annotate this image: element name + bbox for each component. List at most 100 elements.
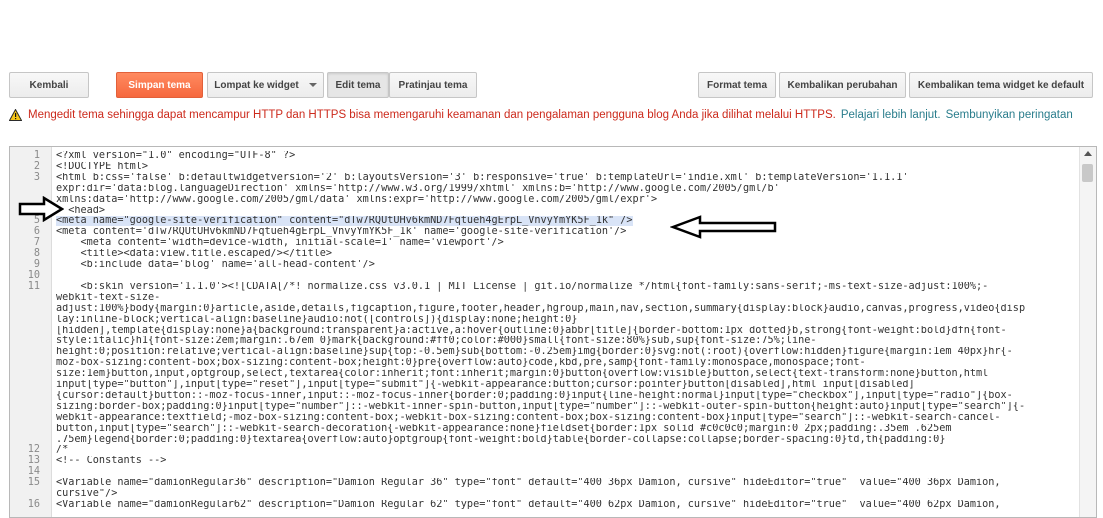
code-text: <meta content='width=device-width, initi… bbox=[56, 238, 504, 249]
code-line: moz-box-sizing:content-box;box-sizing:co… bbox=[10, 358, 1078, 369]
code-line: .75em}legend{border:0;padding:0}textarea… bbox=[10, 435, 1078, 446]
code-line: 2 <!DOCTYPE html> bbox=[10, 161, 1078, 173]
code-line: input[type="button"],input[type="reset"]… bbox=[10, 380, 1078, 391]
line-number bbox=[10, 358, 56, 369]
save-theme-button[interactable]: Simpan tema bbox=[116, 72, 203, 98]
code-line: size:1em}button,input,optgroup,select,te… bbox=[10, 369, 1078, 380]
line-number bbox=[10, 402, 56, 413]
code-text: <?xml version="1.0" encoding="UTF-8" ?> bbox=[56, 151, 296, 161]
code-area[interactable]: 1 <?xml version="1.0" encoding="UTF-8" ?>… bbox=[10, 150, 1078, 511]
code-line: 5 <meta name="google-site-verification" c… bbox=[10, 216, 1078, 227]
code-text: [hidden],template{display:none}a{backgro… bbox=[56, 325, 1007, 336]
code-text: webkit-appearance:textfield;-moz-box-siz… bbox=[56, 412, 1001, 423]
code-text: height:0;position:relative;vertical-alig… bbox=[56, 347, 1013, 358]
code-line: [hidden],template{display:none}a{backgro… bbox=[10, 326, 1078, 337]
format-theme-button[interactable]: Format tema bbox=[698, 72, 776, 98]
line-number bbox=[10, 326, 56, 337]
code-line: webkit-text-size- bbox=[10, 293, 1078, 304]
right-arrow-annotation bbox=[18, 196, 64, 222]
https-warning: Mengedit tema sehingga dapat mencampur H… bbox=[9, 107, 1073, 123]
code-text: button,input[type="search"]::-webkit-sea… bbox=[56, 423, 952, 434]
code-text: webkit-text-size- bbox=[56, 292, 161, 303]
tab-edit-theme[interactable]: Edit tema bbox=[327, 72, 389, 98]
code-line: 4 <head> bbox=[10, 205, 1078, 217]
code-line: cursive"/> bbox=[10, 489, 1078, 500]
code-line: 8 <title><data:view.title.escaped/></tit… bbox=[10, 248, 1078, 260]
code-line: 6 <meta content='dTw7RQUtUHv6kmND7Fqtueh4… bbox=[10, 226, 1078, 238]
line-number bbox=[10, 369, 56, 380]
code-text: <b:skin version='1.1.0'><![CDATA[/*! nor… bbox=[56, 281, 989, 292]
line-number bbox=[10, 304, 56, 315]
line-number bbox=[10, 424, 56, 435]
tab-preview-theme[interactable]: Pratinjau tema bbox=[389, 72, 477, 98]
line-number bbox=[10, 184, 56, 195]
code-text: expr:dir='data:blog.languageDirection' x… bbox=[56, 183, 780, 194]
line-number: 8 bbox=[33, 248, 40, 260]
code-line: 14 bbox=[10, 466, 1078, 478]
line-number bbox=[10, 336, 56, 347]
code-line: lay:inline-block;vertical-align:baseline… bbox=[10, 315, 1078, 326]
code-text: sizing:border-box;padding:0}input[type="… bbox=[56, 401, 1026, 412]
code-text: lay:inline-block;vertical-align:baseline… bbox=[56, 314, 578, 325]
editor-scrollbar[interactable] bbox=[1079, 147, 1096, 517]
code-text: /* bbox=[56, 445, 69, 456]
line-number bbox=[10, 293, 56, 304]
chevron-down-icon bbox=[308, 83, 317, 87]
html-code-editor[interactable]: 1 <?xml version="1.0" encoding="UTF-8" ?>… bbox=[9, 146, 1097, 518]
code-line: button,input[type="search"]::-webkit-sea… bbox=[10, 424, 1078, 435]
code-text: <html b:css='false' b:defaultwidgetversi… bbox=[56, 172, 909, 183]
line-number: 11 bbox=[27, 280, 40, 292]
code-line: sizing:border-box;padding:0}input[type="… bbox=[10, 402, 1078, 413]
jump-to-widget-dropdown[interactable]: Lompat ke widget bbox=[207, 72, 324, 98]
code-text: <Variable name="damionRegular36" descrip… bbox=[56, 478, 1001, 489]
code-text: xmlns:data='http://www.google.com/2005/g… bbox=[56, 194, 658, 205]
line-number: 15 bbox=[27, 477, 40, 489]
line-number: 3 bbox=[33, 171, 40, 183]
code-line: 1 <?xml version="1.0" encoding="UTF-8" ?> bbox=[10, 150, 1078, 162]
line-number: 7 bbox=[33, 237, 40, 249]
code-line: 15 <Variable name="damionRegular36" descr… bbox=[10, 477, 1078, 489]
code-text: <title><data:view.title.escaped/></title… bbox=[56, 249, 333, 260]
code-line: xmlns:data='http://www.google.com/2005/g… bbox=[10, 195, 1078, 206]
code-text: input[type="button"],input[type="reset"]… bbox=[56, 380, 915, 391]
revert-widgets-button[interactable]: Kembalikan tema widget ke default bbox=[909, 72, 1093, 98]
code-line: 3 <html b:css='false' b:defaultwidgetvers… bbox=[10, 171, 1078, 184]
code-line: 16 <Variable name="damionRegular62" descr… bbox=[10, 499, 1078, 511]
code-line: 7 <meta content='width=device-width, ini… bbox=[10, 237, 1078, 249]
code-text: <!-- Constants --> bbox=[56, 456, 167, 467]
code-text: size:1em}button,input,optgroup,select,te… bbox=[56, 369, 989, 380]
code-line: adjust:100%}body{margin:0}article,aside,… bbox=[10, 304, 1078, 315]
line-number bbox=[10, 391, 56, 402]
code-text: <meta content='dTw7RQUtUHv6kmND7Fqtueh4g… bbox=[56, 227, 627, 238]
hide-warning-link[interactable]: Sembunyikan peringatan bbox=[946, 109, 1073, 121]
code-line: 12/* bbox=[10, 445, 1078, 456]
warning-message: Mengedit tema sehingga dapat mencampur H… bbox=[28, 109, 836, 121]
revert-changes-button[interactable]: Kembalikan perubahan bbox=[779, 72, 906, 98]
code-line: 11 <b:skin version='1.1.0'><![CDATA[/*! … bbox=[10, 280, 1078, 293]
selected-text: <meta name="google-site-verification" co… bbox=[56, 216, 633, 227]
code-text: <!DOCTYPE html> bbox=[56, 161, 149, 172]
code-line: 9 <b:include data='blog' name='all-head-… bbox=[10, 259, 1078, 271]
learn-more-link[interactable]: Pelajari lebih lanjut. bbox=[841, 109, 941, 121]
code-text: cursive"/> bbox=[56, 489, 118, 500]
line-number: 6 bbox=[33, 226, 40, 238]
code-line: height:0;position:relative;vertical-alig… bbox=[10, 347, 1078, 358]
warning-icon bbox=[9, 109, 22, 121]
code-line: 10 bbox=[10, 270, 1078, 282]
code-text: <meta name="google-site-verification" co… bbox=[56, 216, 1078, 227]
line-number bbox=[10, 380, 56, 391]
scroll-up-icon[interactable] bbox=[1084, 151, 1092, 156]
jump-to-widget-label: Lompat ke widget bbox=[214, 79, 299, 91]
code-line: {cursor:default}button::-moz-focus-inner… bbox=[10, 391, 1078, 402]
line-number: 1 bbox=[33, 150, 40, 161]
scroll-thumb[interactable] bbox=[1082, 164, 1093, 182]
code-line: expr:dir='data:blog.languageDirection' x… bbox=[10, 184, 1078, 195]
line-number bbox=[10, 315, 56, 326]
line-number: 16 bbox=[27, 499, 40, 510]
back-button[interactable]: Kembali bbox=[9, 72, 89, 98]
code-text: <head> bbox=[56, 205, 106, 216]
code-text: {cursor:default}button::-moz-focus-inner… bbox=[56, 390, 1013, 401]
code-line: style:italic}h1{font-size:2em;margin:.67… bbox=[10, 336, 1078, 347]
